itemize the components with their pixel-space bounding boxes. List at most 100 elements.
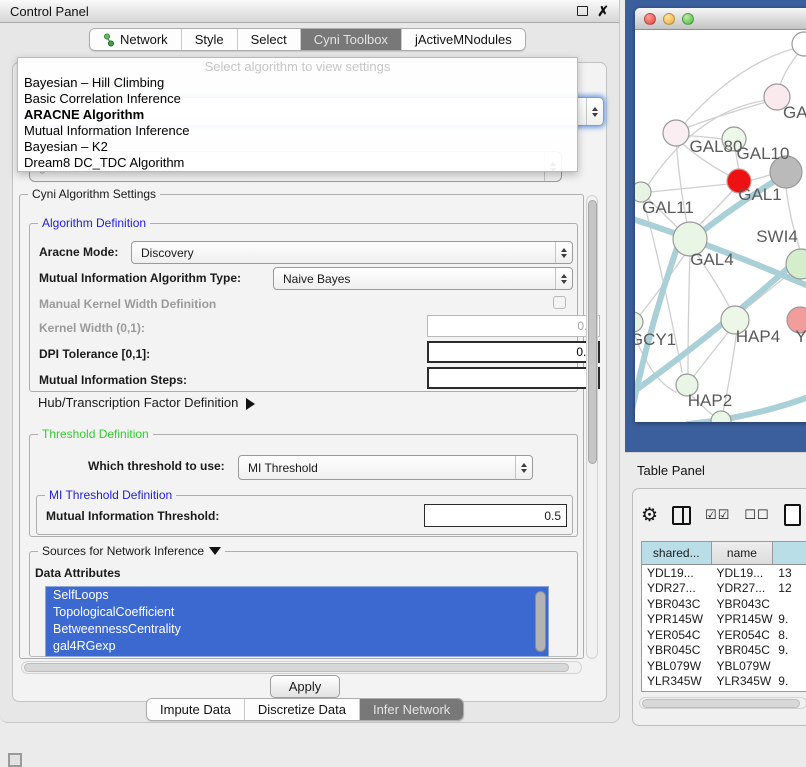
table-cell: 8. [773,627,806,643]
aracne-mode-label: Aracne Mode: [39,245,118,259]
select-all-columns-icon[interactable]: ☑☑ [705,507,730,523]
network-edge [686,99,777,128]
algorithm-option-bayesian-hill-climbing[interactable]: Bayesian – Hill Climbing [18,75,577,91]
column-header-name[interactable]: name [712,542,774,564]
mi-threshold-label: Mutual Information Threshold: [46,509,219,523]
close-panel-icon[interactable]: ✗ [597,6,609,16]
which-threshold-combo[interactable]: MI Threshold [238,455,533,480]
algorithm-option-mutual-information-inference[interactable]: Mutual Information Inference [18,123,577,139]
control-panel-titlebar: Control Panel ✗ [0,0,619,23]
table-cell: YLR345W [642,674,712,690]
node-label-swi4: SWI4 [756,227,798,246]
attribute-item-betweennesscentrality[interactable]: BetweennessCentrality [46,621,548,638]
table-header-row: shared...name [642,542,806,565]
mi-algorithm-type-combo[interactable]: Naive Bayes [273,267,573,290]
settings-vertical-scrollbar[interactable] [586,195,598,659]
attribute-item-selfloops[interactable]: SelfLoops [46,587,548,604]
expand-arrow-icon [246,398,255,410]
table-cell: YJL052C [712,689,774,692]
algorithm-option-basic-correlation-inference[interactable]: Basic Correlation Inference [18,91,577,107]
algorithm-option-dream8-dc-tdc-algorithm[interactable]: Dream8 DC_TDC Algorithm [18,155,577,171]
close-window-icon[interactable] [644,13,656,25]
bottom-tab-infer-network[interactable]: Infer Network [360,699,463,720]
tab-cyni-toolbox[interactable]: Cyni Toolbox [301,29,402,50]
node-label-hap2: HAP2 [688,391,732,410]
table-cell: YPR145W [642,612,712,628]
table-row[interactable]: YBR043CYBR043C [642,596,806,612]
data-attributes-list[interactable]: SelfLoopsTopologicalCoefficientBetweenne… [45,586,549,657]
dpi-tolerance-label: DPI Tolerance [0,1]: [39,347,150,361]
node-label-gal11: GAL11 [642,198,694,217]
table-row[interactable]: YBR045CYBR045C9. [642,643,806,659]
table-hscroll-thumb[interactable] [642,699,800,708]
tab-select[interactable]: Select [238,29,301,50]
network-window-titlebar[interactable] [635,8,806,30]
table-cell [773,596,806,612]
list-scrollbar-thumb[interactable] [535,591,546,652]
dock-panel-icon[interactable] [8,753,22,767]
algorithm-option-aracne-algorithm[interactable]: ARACNE Algorithm [18,107,577,123]
dpi-tolerance-field[interactable]: 0.0 [427,341,600,363]
network-node-gcy1[interactable] [635,312,643,332]
tab-select-label: Select [251,32,287,47]
bottom-tab-infer-network-label: Infer Network [373,702,450,717]
table-row[interactable]: YDR27...YDR27...12 [642,581,806,597]
sources-title: Sources for Network Inference [42,544,204,558]
tab-jactivemnodules-label: jActiveMNodules [415,32,512,47]
network-graph[interactable]: GALGAL80GAL10GAL1GAL11GAL4SWI4GCY1HAP4YH… [635,30,806,422]
node-label-gal80: GAL80 [690,137,743,156]
cp-tabs: Network Style Select Cyni Toolbox jActiveMNo… [89,28,526,51]
table-row[interactable]: YDL19...YDL19...13 [642,565,806,581]
tab-style-label: Style [195,32,224,47]
algorithm-dropdown-popup: Select algorithm to view settings Bayesi… [17,57,578,172]
table-panel-title: Table Panel [637,463,705,478]
kernel-width-field[interactable]: 0.0 [427,315,600,337]
attribute-item-gal4rgexp[interactable]: gal4RGexp [46,638,548,655]
network-node[interactable] [711,411,731,422]
settings-hscroll-thumb[interactable] [24,663,569,672]
aracne-mode-combo[interactable]: Discovery [131,241,573,264]
network-node-gal80[interactable] [663,120,689,146]
algorithm-option-bayesian-k2[interactable]: Bayesian – K2 [18,139,577,155]
bottom-tabs: Impute DataDiscretize Data Infer Network [146,698,464,721]
control-panel-title: Control Panel [10,4,89,19]
tab-style[interactable]: Style [182,29,238,50]
column-header-extra[interactable] [773,542,806,564]
settings-vscroll-thumb[interactable] [588,200,597,464]
mi-threshold-definition-title: MI Threshold Definition [45,488,176,502]
table-horizontal-scrollbar[interactable] [639,697,806,709]
deselect-all-columns-icon[interactable]: ☐☐ [744,507,769,523]
table-cell: YDR27... [642,581,712,597]
cyni-algorithm-settings-title: Cyni Algorithm Settings [28,187,160,201]
node-table[interactable]: shared...name YDL19...YDL19...13YDR27...… [641,541,806,692]
table-row[interactable]: YLR345WYLR345W9. [642,674,806,690]
table-row[interactable]: YER054CYER054C8. [642,627,806,643]
mi-steps-field[interactable]: 6 [427,367,600,389]
bottom-tab-discretize-data[interactable]: Discretize Data [245,699,360,720]
column-header-shared[interactable]: shared... [642,542,712,564]
apply-button[interactable]: Apply [270,675,340,698]
export-table-icon[interactable] [784,504,801,526]
table-row[interactable]: YBL079WYBL079W [642,658,806,674]
attribute-item-topologicalcoefficient[interactable]: TopologicalCoefficient [46,604,548,621]
manual-kernel-width-checkbox[interactable] [553,296,566,309]
minimize-window-icon[interactable] [663,13,675,25]
bottom-tab-impute-data[interactable]: Impute Data [147,699,245,720]
table-row[interactable]: YJL052CYJL052C9 [642,689,806,692]
table-toolbar: ⚙ ☑☑ ☐☐ [641,497,806,533]
sources-title-row[interactable]: Sources for Network Inference [38,544,225,558]
float-panel-icon[interactable] [577,6,588,16]
network-node[interactable] [792,32,806,56]
cyni-algorithm-settings-group: Cyni Algorithm Settings Algorithm Defini… [19,194,584,659]
gear-icon[interactable]: ⚙ [641,504,658,527]
settings-horizontal-scrollbar[interactable] [21,661,582,674]
tab-jactivemnodules[interactable]: jActiveMNodules [402,29,525,50]
columns-icon[interactable] [672,506,691,525]
hub-definition-toggle[interactable]: Hub/Transcription Factor Definition [38,395,255,410]
mi-threshold-field[interactable]: 0.5 [424,504,567,527]
network-edge [650,183,739,192]
table-row[interactable]: YPR145WYPR145W9. [642,612,806,628]
zoom-window-icon[interactable] [682,13,694,25]
tab-network[interactable]: Network [90,29,182,50]
table-cell: YDL19... [712,565,774,581]
